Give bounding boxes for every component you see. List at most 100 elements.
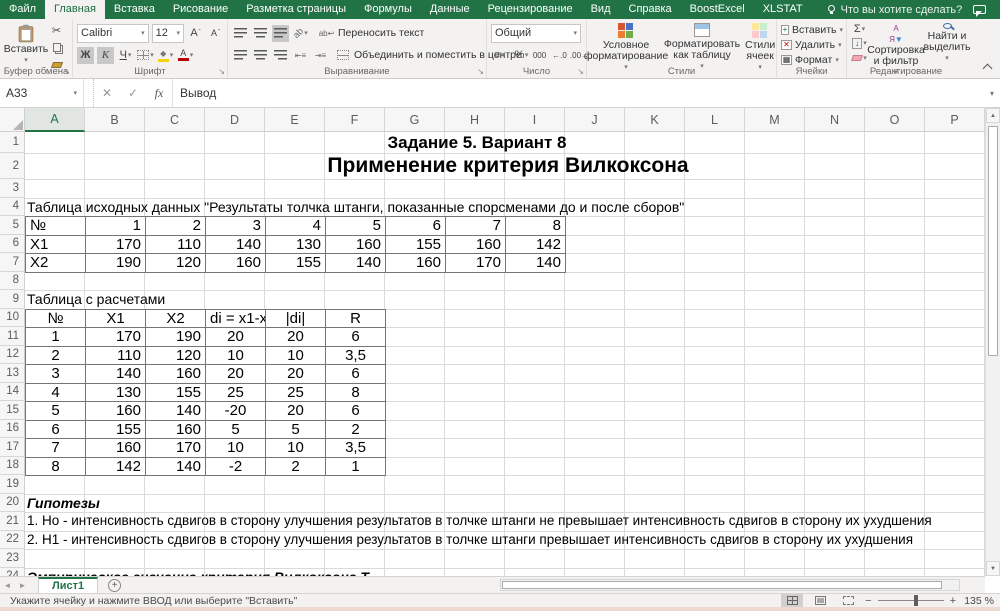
cell[interactable]: 2 [26, 347, 86, 366]
cell[interactable]: 6 [326, 328, 386, 347]
column-header-K[interactable]: K [625, 108, 685, 132]
cell[interactable]: 7 [446, 217, 506, 236]
cell[interactable]: 140 [146, 458, 206, 477]
sheet-text-row-1[interactable]: Задание 5. Вариант 8 [388, 132, 567, 153]
font-name-select[interactable]: Calibri▾ [77, 24, 149, 43]
collapse-ribbon-icon[interactable] [983, 64, 993, 74]
comments-button[interactable] [973, 0, 986, 19]
cell[interactable]: 160 [326, 236, 386, 255]
zoom-out-button[interactable]: − [865, 595, 871, 607]
column-header-F[interactable]: F [325, 108, 385, 132]
cell[interactable]: 20 [266, 328, 326, 347]
sheet-prev-icon[interactable]: ◄ [0, 577, 15, 593]
row-header-13[interactable]: 13 [0, 364, 25, 383]
cell[interactable]: 110 [86, 347, 146, 366]
formula-bar-expand-icon[interactable]: ▾ [984, 79, 1000, 107]
sheet-text-row-22[interactable]: 2. Н1 - интенсивность сдвигов в сторону … [27, 531, 913, 550]
sheet-next-icon[interactable]: ► [15, 577, 30, 593]
cell[interactable]: 6 [26, 421, 86, 440]
name-box[interactable]: A33 ▾ [0, 79, 84, 107]
cut-button[interactable]: ✂ [48, 22, 65, 39]
clipboard-dialog-launcher[interactable]: ↘ [63, 68, 70, 76]
row-header-7[interactable]: 7 [0, 253, 25, 272]
cell[interactable]: 20 [266, 402, 326, 421]
cell[interactable]: 160 [86, 402, 146, 421]
row-header-24[interactable]: 24 [0, 568, 25, 577]
cell[interactable]: 160 [146, 421, 206, 440]
increase-font-button[interactable]: Аˆ [187, 25, 204, 42]
row-header-16[interactable]: 16 [0, 420, 25, 439]
cell[interactable]: 120 [146, 347, 206, 366]
cell[interactable]: 170 [146, 439, 206, 458]
italic-button[interactable]: К [97, 47, 114, 64]
cell[interactable]: 2 [146, 217, 206, 236]
number-format-select[interactable]: Общий▾ [491, 24, 581, 43]
row-header-19[interactable]: 19 [0, 475, 25, 494]
decrease-font-button[interactable]: Аˇ [207, 25, 224, 42]
column-header-D[interactable]: D [205, 108, 265, 132]
cell[interactable]: 3 [206, 217, 266, 236]
cell[interactable]: 6 [326, 402, 386, 421]
tell-me-box[interactable]: Что вы хотите сделать? [828, 0, 963, 19]
row-header-17[interactable]: 17 [0, 438, 25, 457]
cell[interactable]: 140 [146, 402, 206, 421]
cell[interactable]: 1 [326, 458, 386, 477]
row-header-9[interactable]: 9 [0, 290, 25, 309]
sheet-grid[interactable]: 123456789101112131415161718192021222324№… [0, 132, 985, 576]
cell[interactable]: 142 [506, 236, 566, 255]
column-header-H[interactable]: H [445, 108, 505, 132]
row-header-6[interactable]: 6 [0, 235, 25, 254]
row-header-12[interactable]: 12 [0, 346, 25, 365]
ribbon-tab-Формулы[interactable]: Формулы [355, 0, 421, 19]
cell[interactable]: 20 [206, 365, 266, 384]
enter-button[interactable]: ✓ [120, 79, 146, 107]
column-header-L[interactable]: L [685, 108, 745, 132]
cell[interactable]: 110 [146, 236, 206, 255]
row-header-23[interactable]: 23 [0, 549, 25, 568]
ribbon-tab-Вставка[interactable]: Вставка [105, 0, 164, 19]
zoom-slider-handle[interactable] [914, 595, 918, 606]
cell[interactable]: 160 [446, 236, 506, 255]
cell[interactable]: 160 [386, 254, 446, 273]
cell[interactable]: X2 [146, 310, 206, 329]
view-page-break-button[interactable] [837, 594, 859, 607]
cell[interactable]: 170 [86, 236, 146, 255]
formula-input[interactable]: Вывод [172, 79, 984, 107]
row-header-21[interactable]: 21 [0, 512, 25, 531]
select-all-button[interactable] [0, 108, 25, 132]
merge-center-button[interactable] [334, 47, 351, 64]
cell[interactable]: 190 [146, 328, 206, 347]
cell[interactable]: 3,5 [326, 439, 386, 458]
cell[interactable]: 130 [266, 236, 326, 255]
autosum-button[interactable]: Σ▾ [851, 22, 868, 36]
cell[interactable]: 160 [146, 365, 206, 384]
column-header-I[interactable]: I [505, 108, 565, 132]
cell[interactable]: X2 [26, 254, 86, 273]
cell[interactable]: 8 [506, 217, 566, 236]
fill-button[interactable]: ↓▾ [851, 36, 868, 50]
cell[interactable]: X1 [26, 236, 86, 255]
sheet-text-row-4[interactable]: Таблица исходных данных "Результаты толч… [27, 198, 684, 217]
cell[interactable]: di = x1-x2 [206, 310, 266, 329]
decrease-indent-button[interactable]: ⇤≡ [292, 47, 309, 64]
ribbon-tab-Файл[interactable]: Файл [0, 0, 45, 19]
cell[interactable]: 155 [146, 384, 206, 403]
cell[interactable]: 130 [86, 384, 146, 403]
add-sheet-button[interactable]: + [108, 579, 121, 592]
sheet-text-row-2[interactable]: Применение критерия Вилкоксона [327, 153, 688, 179]
copy-button[interactable] [48, 39, 65, 56]
cell[interactable]: 8 [26, 458, 86, 477]
font-size-select[interactable]: 12▾ [152, 24, 184, 43]
align-left-button[interactable] [232, 47, 249, 64]
number-dialog-launcher[interactable]: ↘ [577, 68, 584, 76]
cell[interactable]: 170 [446, 254, 506, 273]
cell[interactable]: 5 [26, 402, 86, 421]
cell[interactable]: № [26, 310, 86, 329]
font-dialog-launcher[interactable]: ↘ [218, 68, 225, 76]
cell[interactable]: 8 [326, 384, 386, 403]
column-header-B[interactable]: B [85, 108, 145, 132]
cell[interactable]: 7 [26, 439, 86, 458]
cell[interactable]: 160 [86, 439, 146, 458]
sheet-text-row-21[interactable]: 1. Но - интенсивность сдвигов в сторону … [27, 512, 932, 531]
comma-style-button[interactable]: 000 [531, 47, 548, 64]
